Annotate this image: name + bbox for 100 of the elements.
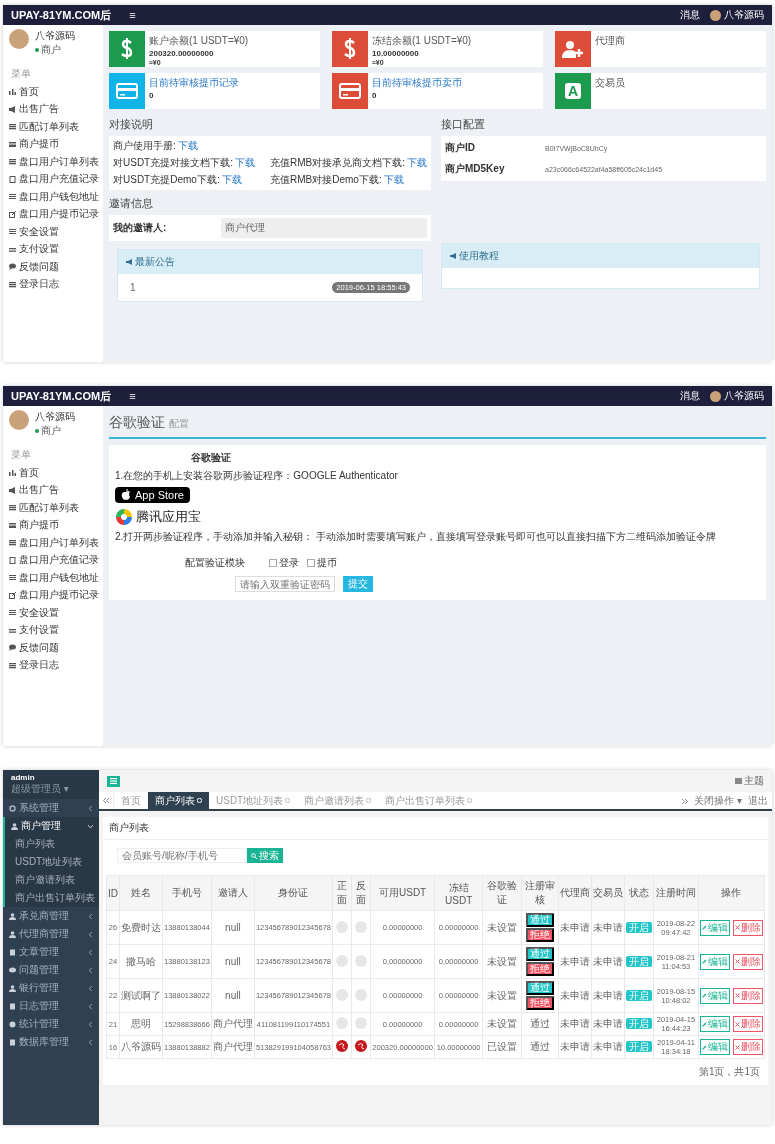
menu-toggle[interactable]: ≡ [129, 9, 136, 21]
user-menu[interactable]: 八爷源码 [710, 389, 764, 403]
delete-button[interactable]: 删除 [732, 953, 763, 970]
dollar-sign-icon [343, 38, 357, 60]
sidebar-item[interactable]: 商户提币 [3, 516, 103, 534]
sidebar-item[interactable]: 商户提币 [3, 135, 103, 153]
brand-logo: UPAY-81YM.COM后 [11, 388, 112, 404]
submenu-item[interactable]: 商户邀请列表 [3, 871, 99, 889]
tab[interactable]: 首页 [114, 792, 148, 809]
column-header: 状态 [624, 875, 654, 911]
sidebar-item[interactable]: 匹配订单列表 [3, 499, 103, 517]
tab[interactable]: 商户邀请列表 [297, 792, 379, 809]
sidebar-item[interactable]: 盘口用户钱包地址 [3, 569, 103, 587]
sidebar-item[interactable]: 登录日志 [3, 275, 103, 293]
checkbox[interactable]: 提币 [307, 556, 337, 570]
sidebar-item[interactable]: 日志管理 [3, 997, 99, 1015]
reject-button[interactable]: 拒绝 [525, 996, 554, 1010]
card-icon [9, 521, 16, 529]
external-link-icon [9, 591, 16, 599]
logout-button[interactable]: 退出 [748, 793, 768, 808]
sidebar-item[interactable]: 盘口用户提币记录 [3, 586, 103, 604]
sidebar-item[interactable]: 盘口用户充值记录 [3, 551, 103, 569]
column-header: 冻结USDT [434, 875, 483, 911]
megaphone-icon [9, 105, 16, 113]
reject-button[interactable]: 拒绝 [525, 962, 554, 976]
delete-button[interactable]: 删除 [732, 1016, 763, 1032]
lines-icon [9, 626, 16, 634]
page-title: 谷歌验证 [109, 414, 165, 432]
role-dropdown[interactable]: 超级管理员 ▾ [11, 782, 91, 796]
download-link[interactable]: 下载 [221, 173, 242, 187]
reject-button[interactable]: 拒绝 [525, 928, 554, 942]
user-menu[interactable]: 八爷源码 [710, 8, 764, 22]
sidebar-item[interactable]: 安全设置 [3, 223, 103, 241]
column-header: 交易员 [591, 875, 625, 911]
code-input-field[interactable]: 请输入双重验证密码 [235, 576, 335, 592]
sidebar-item[interactable]: 支付设置 [3, 240, 103, 258]
status-badge: 开启 [625, 1018, 652, 1029]
close-options-dropdown[interactable]: 关闭操作 ▾ [694, 793, 742, 808]
sidebar-item[interactable]: 首页 [3, 83, 103, 101]
download-link[interactable]: 下载 [177, 139, 198, 153]
notice-item[interactable]: 1 [130, 282, 136, 293]
download-link[interactable]: 下载 [235, 156, 255, 170]
sidebar-item[interactable]: 银行管理 [3, 979, 99, 997]
sidebar-item[interactable]: 承兑商管理 [3, 907, 99, 925]
sidebar-item[interactable]: 出售广告 [3, 100, 103, 118]
sidebar-item[interactable]: 安全设置 [3, 604, 103, 622]
sidebar-item[interactable]: 系统管理 [3, 799, 99, 817]
tab[interactable]: 商户出售订单列表 [378, 792, 480, 809]
sidebar-item[interactable]: 匹配订单列表 [3, 118, 103, 136]
sidebar-item[interactable]: 数据库管理 [3, 1033, 99, 1051]
stat-label: 账户余额(1 USDT=¥0) [149, 34, 249, 48]
sidebar-item[interactable]: 首页 [3, 464, 103, 482]
user-name: 八爷源码 [35, 29, 75, 43]
sidebar-item[interactable]: 登录日志 [3, 656, 103, 674]
sidebar-item[interactable]: 统计管理 [3, 1015, 99, 1033]
sidebar-item[interactable]: 盘口用户钱包地址 [3, 188, 103, 206]
user-icon [9, 930, 16, 938]
sidebar-item[interactable]: 反馈问题 [3, 639, 103, 657]
sidebar-item[interactable]: 出售广告 [3, 481, 103, 499]
submenu-item[interactable]: 商户出售订单列表 [3, 889, 99, 907]
messages-link[interactable]: 消息 [680, 389, 700, 403]
submenu-item[interactable]: 商户列表 [3, 835, 99, 853]
sidebar-item[interactable]: 问题管理 [3, 961, 99, 979]
delete-button[interactable]: 删除 [732, 919, 763, 936]
delete-button[interactable]: 删除 [732, 1039, 763, 1055]
app-store-badge[interactable]: App Store [115, 487, 190, 503]
table-cell: 思明 [119, 1012, 163, 1036]
sidebar-item[interactable]: 盘口用户提币记录 [3, 205, 103, 223]
tab[interactable]: USDT地址列表 [209, 792, 298, 809]
delete-button[interactable]: 删除 [732, 987, 763, 1004]
menu-toggle[interactable]: ≡ [129, 390, 136, 402]
menu-icon [110, 778, 117, 784]
sidebar-item[interactable]: 盘口用户订单列表 [3, 153, 103, 171]
messages-link[interactable]: 消息 [680, 8, 700, 22]
sidebar-item[interactable]: 代理商管理 [3, 925, 99, 943]
theme-button[interactable]: 主题 [735, 774, 764, 788]
sidebar-item[interactable]: 反馈问题 [3, 258, 103, 276]
sidebar-item[interactable]: 盘口用户订单列表 [3, 534, 103, 552]
submenu-item[interactable]: USDT地址列表 [3, 853, 99, 871]
download-link[interactable]: 下载 [383, 173, 404, 187]
stat-value: 200320.00000000 [149, 49, 215, 58]
table-cell: null [211, 944, 255, 979]
table-cell: 未申请 [591, 944, 625, 979]
credit-card-icon [339, 83, 361, 99]
brand-logo: UPAY-81YM.COM后 [11, 7, 112, 23]
status-badge: 开启 [625, 921, 652, 933]
search-field[interactable]: 会员账号/昵称/手机号 [117, 848, 247, 863]
sidebar-item[interactable]: 支付设置 [3, 621, 103, 639]
sidebar-item[interactable]: 盘口用户充值记录 [3, 170, 103, 188]
table-cell: 未设置 [482, 978, 522, 1013]
download-link[interactable]: 下载 [407, 156, 427, 170]
tencent-badge[interactable]: 腾讯应用宝 [115, 508, 201, 526]
table-cell: 未申请 [558, 1035, 592, 1059]
sidebar-item[interactable]: 文章管理 [3, 943, 99, 961]
tab[interactable]: 商户列表 [148, 792, 209, 809]
checkbox[interactable]: 登录 [269, 556, 299, 570]
menu-button[interactable] [107, 775, 120, 787]
swirl-logo-icon [115, 508, 133, 526]
table-cell: 未申请 [591, 910, 625, 945]
sidebar-item[interactable]: 商户管理 [3, 817, 99, 835]
